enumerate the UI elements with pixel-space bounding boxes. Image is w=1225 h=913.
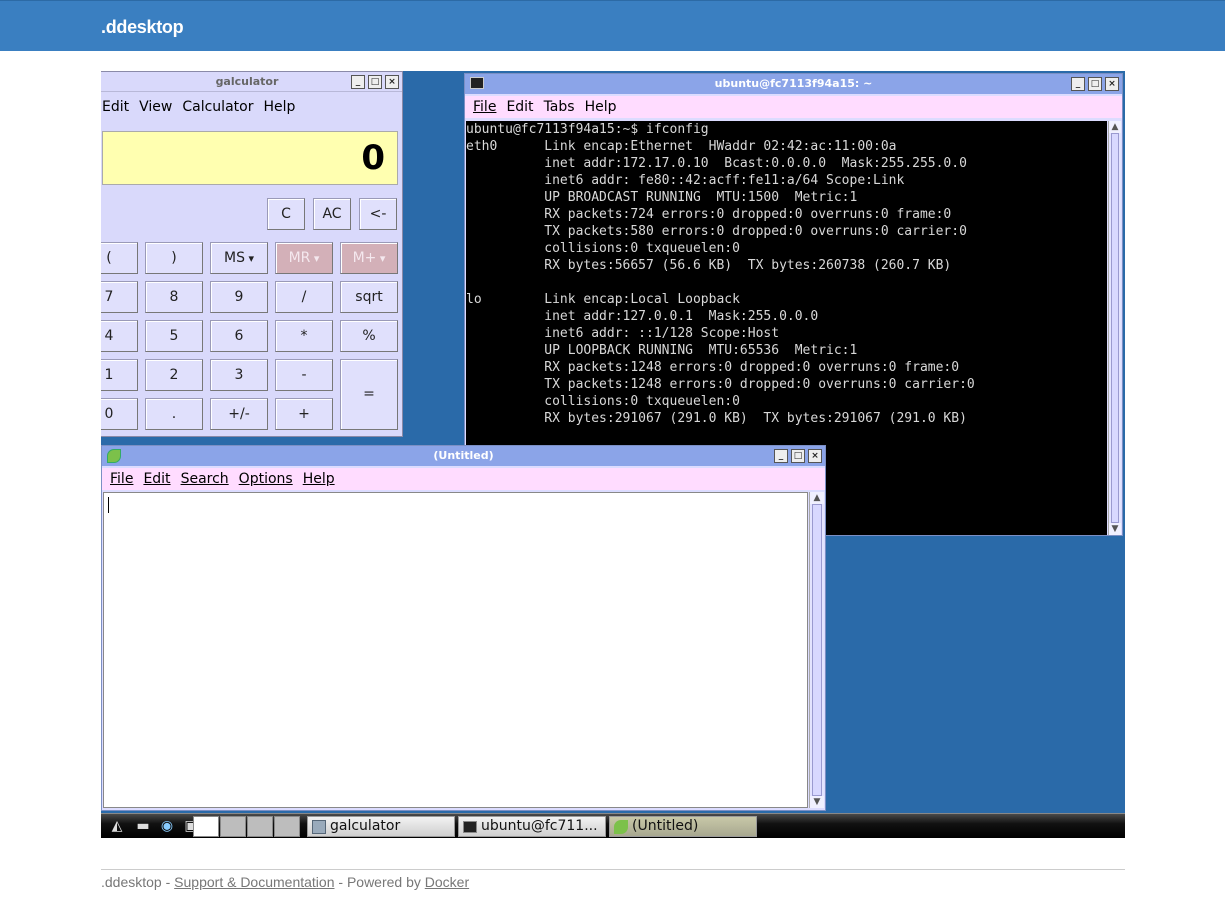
menu-edit[interactable]: Edit — [506, 99, 533, 115]
taskbar-item-terminal[interactable]: ubuntu@fc711... — [458, 816, 606, 837]
minus-button[interactable]: - — [275, 359, 333, 391]
scroll-up-icon[interactable]: ▲ — [1109, 121, 1121, 133]
close-icon[interactable]: × — [808, 449, 822, 463]
memory-recall-button: MR — [275, 242, 333, 274]
scrollbar-thumb[interactable] — [1111, 133, 1119, 523]
digit-1-button[interactable]: 1 — [101, 359, 138, 391]
file-manager-icon[interactable]: ▬ — [133, 816, 153, 836]
clear-button[interactable]: C — [267, 198, 305, 230]
minimize-icon[interactable]: _ — [774, 449, 788, 463]
terminal-titlebar[interactable]: ubuntu@fc7113f94a15: ~ _ □ × — [465, 74, 1122, 94]
terminal-icon — [470, 77, 484, 89]
minimize-icon[interactable]: _ — [351, 75, 365, 89]
workspace-4[interactable] — [274, 816, 300, 837]
backspace-button[interactable]: <- — [359, 198, 397, 230]
menu-help[interactable]: Help — [303, 471, 335, 487]
menu-edit[interactable]: Edit — [102, 99, 129, 115]
leafpad-icon — [614, 820, 628, 834]
menu-edit[interactable]: Edit — [143, 471, 170, 487]
galculator-titlebar[interactable]: galculator _ □ × — [101, 72, 402, 92]
terminal-menubar: File Edit Tabs Help — [465, 96, 1122, 118]
memory-add-button: M+ — [340, 242, 398, 274]
minimize-icon[interactable]: _ — [1071, 77, 1085, 91]
menu-file[interactable]: File — [473, 99, 496, 115]
leafpad-icon — [107, 449, 121, 463]
divide-button[interactable]: / — [275, 281, 333, 313]
footer: .ddesktop - Support & Documentation - Po… — [101, 869, 1125, 890]
menu-calculator[interactable]: Calculator — [182, 99, 253, 115]
text-editor-area[interactable] — [103, 492, 808, 808]
workspace-3[interactable] — [247, 816, 273, 837]
leafpad-titlebar[interactable]: (Untitled) _ □ × — [102, 446, 825, 466]
scroll-down-icon[interactable]: ▼ — [810, 796, 824, 808]
digit-3-button[interactable]: 3 — [210, 359, 268, 391]
terminal-icon — [463, 821, 477, 833]
calculator-icon — [312, 820, 326, 834]
digit-0-button[interactable]: 0 — [101, 398, 138, 430]
left-paren-button[interactable]: ( — [101, 242, 138, 274]
digit-9-button[interactable]: 9 — [210, 281, 268, 313]
menu-help[interactable]: Help — [585, 99, 617, 115]
window-title: (Untitled) — [433, 449, 494, 462]
maximize-icon[interactable]: □ — [791, 449, 805, 463]
browser-globe-icon[interactable]: ◉ — [157, 816, 177, 836]
leafpad-menubar: File Edit Search Options Help — [102, 468, 825, 490]
plus-button[interactable]: + — [275, 398, 333, 430]
digit-5-button[interactable]: 5 — [145, 320, 203, 352]
menu-file[interactable]: File — [110, 471, 133, 487]
digit-7-button[interactable]: 7 — [101, 281, 138, 313]
maximize-icon[interactable]: □ — [1088, 77, 1102, 91]
window-title: galculator — [215, 75, 279, 88]
support-docs-link[interactable]: Support & Documentation — [174, 874, 334, 890]
leafpad-window[interactable]: (Untitled) _ □ × File Edit Search Option… — [101, 445, 826, 811]
decimal-button[interactable]: . — [145, 398, 203, 430]
menu-help[interactable]: Help — [263, 99, 295, 115]
calculator-display: 0 — [102, 131, 398, 185]
scrollbar-thumb[interactable] — [812, 504, 822, 796]
window-title: ubuntu@fc7113f94a15: ~ — [714, 77, 873, 90]
taskbar-item-untitled[interactable]: (Untitled) — [609, 816, 757, 837]
digit-4-button[interactable]: 4 — [101, 320, 138, 352]
close-icon[interactable]: × — [1105, 77, 1119, 91]
taskbar: ◭ ▬ ◉ ▣ galculator ubuntu@fc711... (Unti… — [101, 813, 1125, 838]
taskbar-item-galculator[interactable]: galculator — [307, 816, 455, 837]
digit-6-button[interactable]: 6 — [210, 320, 268, 352]
menu-tabs[interactable]: Tabs — [544, 99, 575, 115]
galculator-window[interactable]: galculator _ □ × Edit View Calculator He… — [101, 71, 403, 437]
workspace-2[interactable] — [220, 816, 246, 837]
scroll-up-icon[interactable]: ▲ — [810, 492, 824, 504]
footer-brand: .ddesktop — [101, 874, 162, 890]
percent-button[interactable]: % — [340, 320, 398, 352]
galculator-menubar: Edit View Calculator Help — [101, 96, 402, 118]
workspace-1[interactable] — [193, 816, 219, 837]
editor-scrollbar[interactable]: ▲ ▼ — [809, 492, 824, 808]
negate-button[interactable]: +/- — [210, 398, 268, 430]
close-icon[interactable]: × — [385, 75, 399, 89]
menu-view[interactable]: View — [139, 99, 172, 115]
top-bar: .ddesktop — [0, 0, 1225, 51]
multiply-button[interactable]: * — [275, 320, 333, 352]
terminal-scrollbar[interactable]: ▲ ▼ — [1108, 121, 1121, 535]
menu-options[interactable]: Options — [239, 471, 293, 487]
footer-powered-by: - Powered by — [334, 874, 425, 890]
text-caret — [108, 497, 109, 513]
equals-button[interactable]: = — [340, 359, 398, 430]
footer-separator: - — [161, 874, 175, 890]
all-clear-button[interactable]: AC — [313, 198, 351, 230]
brand-logo[interactable]: .ddesktop — [101, 17, 184, 38]
sqrt-button[interactable]: sqrt — [340, 281, 398, 313]
digit-2-button[interactable]: 2 — [145, 359, 203, 391]
taskbar-item-label: galculator — [330, 818, 401, 834]
menu-search[interactable]: Search — [181, 471, 229, 487]
lxde-menu-icon[interactable]: ◭ — [107, 816, 127, 836]
taskbar-item-label: ubuntu@fc711... — [481, 818, 598, 834]
taskbar-item-label: (Untitled) — [632, 818, 699, 834]
right-paren-button[interactable]: ) — [145, 242, 203, 274]
desktop-area[interactable]: galculator _ □ × Edit View Calculator He… — [101, 71, 1125, 838]
digit-8-button[interactable]: 8 — [145, 281, 203, 313]
docker-link[interactable]: Docker — [425, 874, 469, 890]
scroll-down-icon[interactable]: ▼ — [1109, 523, 1121, 535]
memory-store-button[interactable]: MS — [210, 242, 268, 274]
maximize-icon[interactable]: □ — [368, 75, 382, 89]
